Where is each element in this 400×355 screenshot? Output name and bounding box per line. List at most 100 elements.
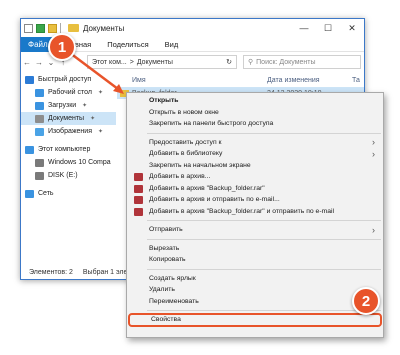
menu-item-add-archive[interactable]: Добавить в архив... [127,171,383,183]
search-placeholder: Поиск: Документы [256,58,316,66]
submenu-chevron-icon: › [372,224,375,235]
menu-item-label: Добавить в архив "Backup_folder.rar" и о… [149,207,335,215]
drive-icon [35,171,44,180]
new-folder-quick-icon[interactable] [48,23,57,33]
pin-icon: ✦ [82,103,88,109]
document-icon [35,114,44,123]
nav-item-quick-access[interactable]: Быстрый доступ [21,73,116,86]
nav-item-label: Изображения [48,128,92,135]
menu-item-cut[interactable]: Вырезать [127,243,383,255]
check-quick-icon[interactable] [36,23,45,33]
breadcrumb-computer[interactable]: Этот ком... [92,59,127,66]
navigation-pane: Быстрый доступ Рабочий стол ✦ Загрузки ✦… [21,73,116,263]
menu-separator [147,220,381,221]
menu-item-create-shortcut[interactable]: Создать ярлык [127,273,383,285]
title-bar: Документы — ☐ ✕ [21,19,364,37]
nav-item-label: Сеть [38,190,54,197]
nav-item-downloads[interactable]: Загрузки ✦ [21,99,116,112]
window-controls: — ☐ ✕ [292,19,364,37]
menu-separator [147,238,381,240]
winrar-icon [134,207,143,216]
column-headers: Имя Дата изменения Та [117,73,364,87]
forward-arrow-icon[interactable]: → [33,58,45,67]
column-name[interactable]: Имя [132,77,267,84]
submenu-chevron-icon: › [372,148,375,159]
address-field[interactable]: Этот ком... > Документы ↻ [87,55,237,69]
nav-item-windows-drive[interactable]: Windows 10 Compa [21,156,116,169]
menu-item-rename[interactable]: Переименовать [127,296,383,308]
menu-separator [147,310,381,311]
refresh-icon[interactable]: ↻ [226,58,232,66]
menu-item-properties[interactable]: Свойства [128,313,382,327]
tab-view[interactable]: Вид [157,40,187,49]
nav-item-pictures[interactable]: Изображения ✦ [21,125,116,138]
menu-item-pin-start[interactable]: Закрепить на начальном экране [127,160,383,172]
search-input[interactable]: ⚲ Поиск: Документы [243,55,361,69]
winrar-icon [134,173,143,181]
maximize-button[interactable]: ☐ [316,19,340,37]
pictures-icon [35,127,44,136]
menu-item-pin-quick-access[interactable]: Закрепить на панели быстрого доступа [127,118,383,130]
column-type[interactable]: Та [352,77,360,84]
menu-item-label: Добавить в библиотеку [149,150,223,158]
nav-item-label: Загрузки [48,102,77,109]
submenu-chevron-icon: › [372,137,375,148]
menu-item-open[interactable]: Открыть [127,95,383,107]
nav-item-label: Быстрый доступ [38,76,92,83]
menu-item-open-new-window[interactable]: Открыть в новом окне [127,107,383,119]
menu-item-add-to-rar[interactable]: Добавить в архив "Backup_folder.rar" [127,183,383,195]
search-icon: ⚲ [248,59,254,66]
pin-icon: ✦ [97,90,103,96]
menu-item-label: Отправить [149,226,183,234]
desktop-icon [35,88,44,97]
column-date[interactable]: Дата изменения [267,77,352,84]
drive-icon [35,158,44,167]
nav-item-desktop[interactable]: Рабочий стол ✦ [21,86,116,99]
breadcrumb-separator-icon: > [129,58,134,66]
nav-item-network[interactable]: Сеть [21,187,116,200]
callout-badge-1: 1 [48,33,76,61]
menu-item-add-email[interactable]: Добавить в архив и отправить по e-mail..… [127,194,383,206]
menu-item-copy[interactable]: Копировать [127,254,383,266]
winrar-icon [134,196,143,204]
menu-item-label: Добавить в архив и отправить по e-mail..… [149,196,280,204]
menu-item-send-to[interactable]: Отправить › [127,224,383,236]
winrar-icon [134,184,143,193]
menu-item-label: Предоставить доступ к [149,138,222,146]
folder-icon [68,24,79,32]
tab-share[interactable]: Поделиться [99,40,156,49]
nav-item-label: Рабочий стол [48,89,92,96]
window-title: Документы [83,23,125,33]
nav-item-disk-e[interactable]: DISK (E:) [21,169,116,182]
nav-item-label: Этот компьютер [38,146,91,153]
menu-item-add-library[interactable]: Добавить в библиотеку › [127,148,383,160]
breadcrumb-documents[interactable]: Документы [137,59,173,66]
menu-item-grant-access[interactable]: Предоставить доступ к › [127,137,383,149]
menu-separator [147,132,381,134]
item-count: Элементов: 2 [29,268,73,276]
computer-icon [25,145,34,154]
menu-separator [147,268,381,270]
nav-item-label: Windows 10 Compa [48,159,111,166]
back-arrow-icon[interactable]: ← [21,58,33,67]
download-icon [35,101,44,110]
menu-item-label: Добавить в архив... [149,173,211,181]
close-button[interactable]: ✕ [340,19,364,37]
title-separator [60,23,61,33]
selection-count: Выбран 1 элем [82,268,133,276]
menu-item-label: Добавить в архив "Backup_folder.rar" [149,184,265,192]
nav-item-documents[interactable]: Документы ✦ [21,112,116,125]
pin-icon: ✦ [98,129,104,135]
nav-item-this-pc[interactable]: Этот компьютер [21,143,116,156]
callout-badge-2: 2 [352,287,380,315]
network-icon [25,189,34,198]
context-menu: Открыть Открыть в новом окне Закрепить н… [126,92,384,338]
pin-icon: ✦ [90,116,96,122]
nav-item-label: Документы [48,115,85,122]
menu-item-add-rar-email[interactable]: Добавить в архив "Backup_folder.rar" и о… [127,206,383,218]
star-icon [25,75,34,84]
minimize-button[interactable]: — [292,19,316,37]
properties-quick-icon[interactable] [24,23,33,33]
nav-item-label: DISK (E:) [48,172,78,179]
menu-item-delete[interactable]: Удалить [127,284,383,296]
